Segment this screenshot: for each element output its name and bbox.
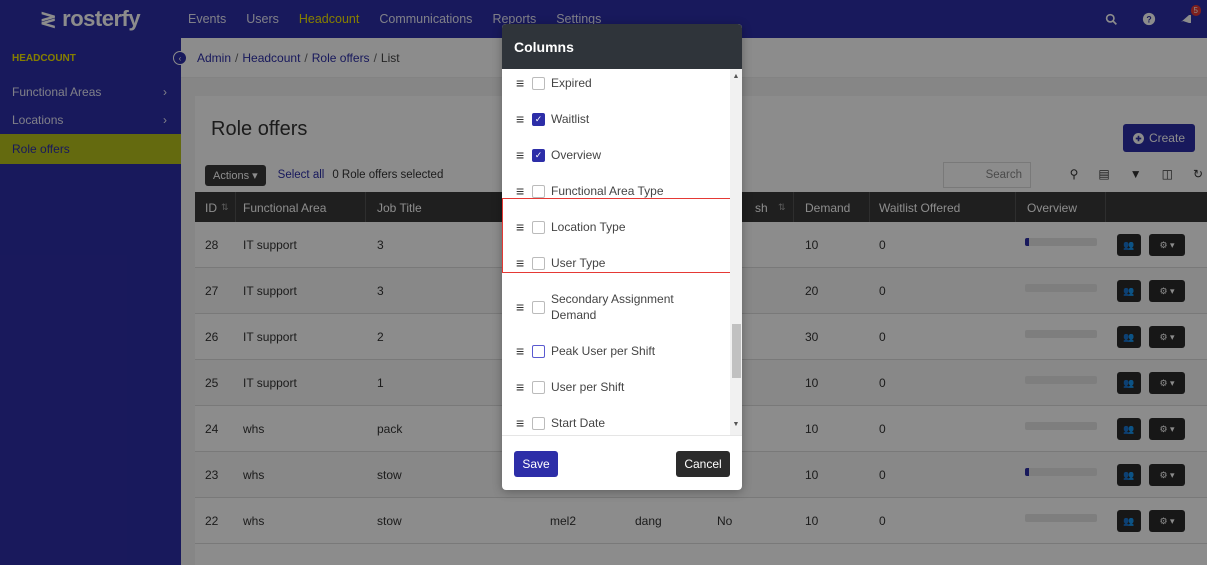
column-option[interactable]: ≡ ✓ Overview xyxy=(516,147,726,163)
column-option[interactable]: ≡ Start Date xyxy=(516,415,726,431)
column-label: Functional Area Type xyxy=(551,184,664,198)
column-checkbox[interactable] xyxy=(532,76,545,90)
column-label: Secondary Assignment Demand xyxy=(551,292,674,322)
columns-list: ≡ Expired ≡ ✓ Waitlist ≡ ✓ Overview ≡ Functional … xyxy=(502,69,742,435)
drag-handle-icon[interactable]: ≡ xyxy=(516,343,532,359)
scrollbar[interactable]: ▲ ▼ xyxy=(730,69,742,435)
column-checkbox[interactable]: ✓ xyxy=(532,112,545,126)
drag-handle-icon[interactable]: ≡ xyxy=(516,299,532,315)
column-checkbox[interactable] xyxy=(532,416,545,430)
cancel-button[interactable]: Cancel xyxy=(676,451,730,477)
column-checkbox[interactable] xyxy=(532,344,545,358)
scroll-down-icon[interactable]: ▼ xyxy=(732,421,740,428)
drag-handle-icon[interactable]: ≡ xyxy=(516,379,532,395)
drag-handle-icon[interactable]: ≡ xyxy=(516,111,532,127)
highlight-box xyxy=(502,198,735,273)
drag-handle-icon[interactable]: ≡ xyxy=(516,75,532,91)
column-checkbox[interactable] xyxy=(532,380,545,394)
column-option[interactable]: ≡ ✓ Waitlist xyxy=(516,111,726,127)
column-label: Start Date xyxy=(551,416,606,430)
save-button[interactable]: Save xyxy=(514,451,558,477)
column-label: Overview xyxy=(551,148,602,162)
column-checkbox[interactable] xyxy=(532,300,545,314)
column-option[interactable]: ≡ Expired xyxy=(516,75,726,91)
drag-handle-icon[interactable]: ≡ xyxy=(516,415,532,431)
column-option[interactable]: ≡ Functional Area Type xyxy=(516,183,726,199)
column-option[interactable]: ≡ Peak User per Shift xyxy=(516,343,726,359)
drag-handle-icon[interactable]: ≡ xyxy=(516,147,532,163)
column-label: Expired xyxy=(551,76,592,90)
column-option[interactable]: ≡ User per Shift xyxy=(516,379,726,395)
columns-modal: Columns ≡ Expired ≡ ✓ Waitlist ≡ ✓ Overview ≡ Fun… xyxy=(502,24,742,490)
drag-handle-icon[interactable]: ≡ xyxy=(516,183,532,199)
column-option[interactable]: ≡ Secondary Assignment Demand xyxy=(516,291,726,323)
column-label: Waitlist xyxy=(551,112,590,126)
scrollbar-thumb[interactable] xyxy=(732,324,741,378)
column-checkbox[interactable]: ✓ xyxy=(532,148,545,162)
scroll-up-icon[interactable]: ▲ xyxy=(732,73,740,80)
modal-title: Columns xyxy=(502,24,742,69)
column-label: User per Shift xyxy=(551,380,625,394)
column-checkbox[interactable] xyxy=(532,184,545,198)
column-label: Peak User per Shift xyxy=(551,344,656,358)
modal-footer: Save Cancel xyxy=(502,435,742,490)
